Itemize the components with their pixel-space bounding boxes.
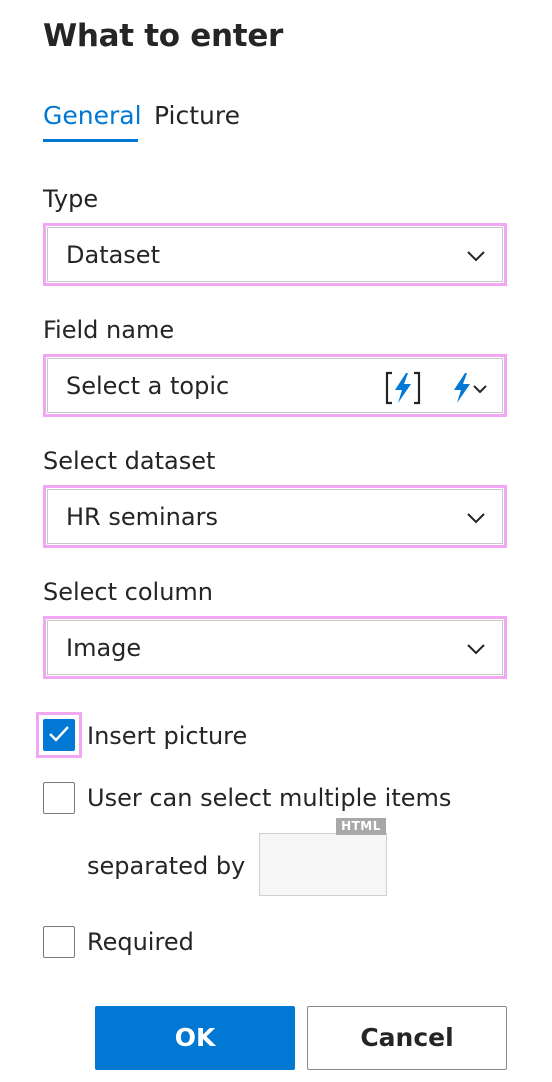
insert-picture-label: Insert picture xyxy=(87,722,248,750)
insert-picture-checkbox[interactable] xyxy=(43,719,75,751)
column-dropdown-frame: Image xyxy=(47,620,503,675)
type-dropdown-value: Dataset xyxy=(66,241,160,269)
dataset-dropdown-frame: HR seminars xyxy=(47,489,503,544)
chevron-down-icon xyxy=(467,251,485,262)
multiple-items-checkbox[interactable] xyxy=(43,782,75,814)
field-name-input[interactable]: Select a topic xyxy=(43,354,507,417)
column-dropdown[interactable]: Image xyxy=(43,616,507,679)
separator-input[interactable] xyxy=(259,833,387,896)
required-checkbox[interactable] xyxy=(43,926,75,958)
required-label: Required xyxy=(87,928,194,956)
tab-general[interactable]: General xyxy=(43,100,142,142)
cancel-button[interactable]: Cancel xyxy=(307,1006,507,1070)
what-to-enter-dialog: What to enter General Picture Type Datas… xyxy=(0,0,552,1082)
dialog-title: What to enter xyxy=(43,18,284,54)
field-name-frame: Select a topic xyxy=(47,358,503,413)
multiple-items-label: User can select multiple items xyxy=(87,784,452,812)
bracket-lightning-icon[interactable] xyxy=(384,370,422,406)
column-label: Select column xyxy=(43,578,214,606)
ok-button[interactable]: OK xyxy=(95,1006,295,1070)
field-name-label: Field name xyxy=(43,316,175,344)
column-dropdown-value: Image xyxy=(66,634,142,662)
type-dropdown-frame: Dataset xyxy=(47,227,503,282)
chevron-down-icon xyxy=(467,644,485,655)
lightning-dropdown-icon[interactable] xyxy=(448,370,490,406)
separated-by-label: separated by xyxy=(87,852,246,880)
dataset-dropdown-value: HR seminars xyxy=(66,503,218,531)
field-name-placeholder: Select a topic xyxy=(66,372,230,400)
type-dropdown[interactable]: Dataset xyxy=(43,223,507,286)
html-badge: HTML xyxy=(336,818,386,835)
type-label: Type xyxy=(43,185,99,213)
chevron-down-icon xyxy=(467,513,485,524)
tab-picture[interactable]: Picture xyxy=(154,100,240,142)
dataset-label: Select dataset xyxy=(43,447,216,475)
checkmark-icon xyxy=(49,726,69,742)
dataset-dropdown[interactable]: HR seminars xyxy=(43,485,507,548)
